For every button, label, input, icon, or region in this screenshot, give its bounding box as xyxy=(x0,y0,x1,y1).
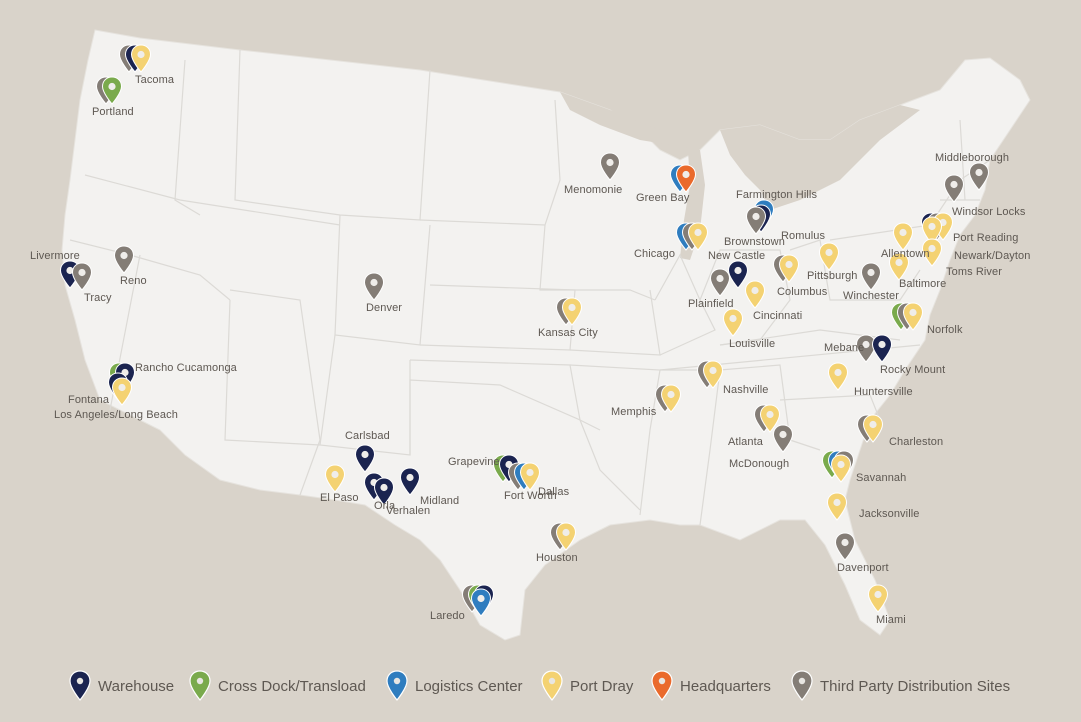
location-label: Kansas City xyxy=(538,327,598,339)
location-label: Norfolk xyxy=(927,324,963,336)
location-label: Portland xyxy=(92,106,134,118)
location-label: Memphis xyxy=(611,406,657,418)
location-label: Green Bay xyxy=(636,192,690,204)
logistics-pin-icon xyxy=(386,670,408,701)
location-label: Rocky Mount xyxy=(880,364,946,376)
location-label: Toms River xyxy=(946,266,1003,278)
location-label: Menomonie xyxy=(564,184,623,196)
location-label: Mebane xyxy=(824,342,865,354)
legend-label: Headquarters xyxy=(680,677,771,695)
location-label: Dallas xyxy=(538,486,570,498)
location-label: Newark/Dayton xyxy=(954,250,1031,262)
legend-label: Third Party Distribution Sites xyxy=(820,677,1011,695)
location-label: New Castle xyxy=(708,250,766,262)
location-label: Midland xyxy=(420,495,460,507)
location-label: Rancho Cucamonga xyxy=(135,362,237,374)
location-label: Tacoma xyxy=(135,74,175,86)
location-label: Winchester xyxy=(843,290,900,302)
headquarters-pin-icon xyxy=(651,670,673,701)
legend-label: Cross Dock/Transload xyxy=(218,677,366,695)
legend-item-headquarters: Headquarters xyxy=(650,670,771,702)
location-label: Plainfield xyxy=(688,298,734,310)
location-label: Nashville xyxy=(723,384,769,396)
us-map xyxy=(0,0,1081,722)
legend-label: Warehouse xyxy=(98,677,175,695)
location-label: Middleborough xyxy=(935,152,1010,164)
location-label: Livermore xyxy=(30,250,80,262)
location-label: Columbus xyxy=(777,286,828,298)
location-label: Windsor Locks xyxy=(952,206,1026,218)
legend-item-crossdock: Cross Dock/Transload xyxy=(188,670,366,702)
thirdparty-pin-icon xyxy=(791,670,813,701)
location-label: Los Angeles/Long Beach xyxy=(54,409,178,421)
legend-item-portdray: Port Dray xyxy=(540,670,633,702)
location-label: Carlsbad xyxy=(345,430,390,442)
location-label: Port Reading xyxy=(953,232,1019,244)
portdray-pin-icon xyxy=(541,670,563,701)
legend-label: Logistics Center xyxy=(415,677,523,695)
location-label: Jacksonville xyxy=(859,508,920,520)
location-label: Davenport xyxy=(837,562,889,574)
location-label: El Paso xyxy=(320,492,359,504)
location-label: Tracy xyxy=(84,292,112,304)
location-label: Savannah xyxy=(856,472,907,484)
location-label: Chicago xyxy=(634,248,676,260)
legend-item-warehouse: Warehouse xyxy=(68,670,174,702)
location-label: Farmington Hills xyxy=(736,189,818,201)
location-label: Denver xyxy=(366,302,403,314)
location-label: Laredo xyxy=(430,610,465,622)
location-label: Charleston xyxy=(889,436,944,448)
location-label: Romulus xyxy=(781,230,826,242)
map-legend: Warehouse Cross Dock/Transload Logistics… xyxy=(0,660,1081,704)
crossdock-pin-icon xyxy=(189,670,211,701)
warehouse-pin-icon xyxy=(69,670,91,701)
location-label: Atlanta xyxy=(728,436,763,448)
location-label: Grapevine xyxy=(448,456,500,468)
location-label: Reno xyxy=(120,275,147,287)
location-label: McDonough xyxy=(729,458,790,470)
location-label: Louisville xyxy=(729,338,776,350)
legend-item-thirdparty: Third Party Distribution Sites xyxy=(790,670,1010,702)
location-label: Cincinnati xyxy=(753,310,803,322)
location-label: Miami xyxy=(876,614,906,626)
location-label: Huntersville xyxy=(854,386,913,398)
location-label: Pittsburgh xyxy=(807,270,858,282)
legend-item-logistics: Logistics Center xyxy=(385,670,523,702)
location-label: Fontana xyxy=(68,394,110,406)
location-label: Baltimore xyxy=(899,278,947,290)
location-label: Houston xyxy=(536,552,578,564)
location-label: Brownstown xyxy=(724,236,785,248)
location-label: Allentown xyxy=(881,248,930,260)
legend-label: Port Dray xyxy=(570,677,634,695)
